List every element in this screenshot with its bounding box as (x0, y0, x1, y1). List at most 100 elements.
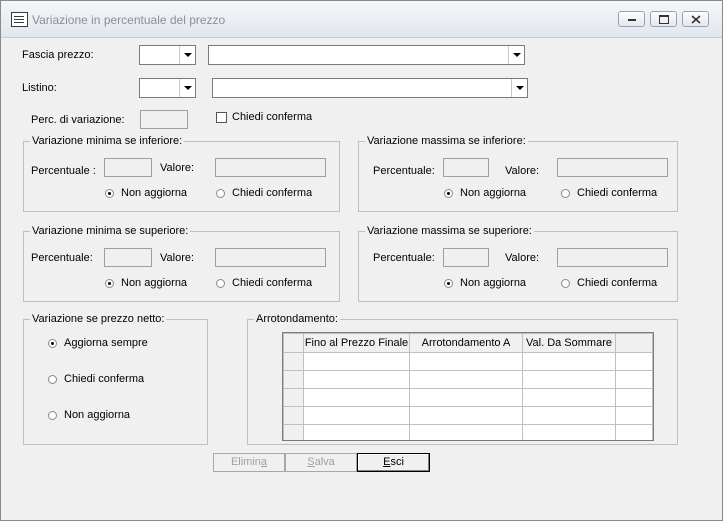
max-superiore-valore-label: Valore: (505, 252, 540, 264)
close-button[interactable] (682, 11, 709, 27)
table-cell-filler (615, 424, 653, 440)
min-inferiore-valore-input[interactable] (215, 158, 326, 177)
chevron-down-icon[interactable] (179, 79, 195, 97)
window: Variazione in percentuale del prezzo Fas… (0, 0, 723, 521)
prezzo-netto-group: Variazione se prezzo netto: Aggiorna sem… (23, 313, 208, 445)
restore-button[interactable] (650, 11, 677, 27)
aggiorna-sempre-radio[interactable] (48, 339, 57, 348)
table-row (283, 370, 653, 389)
elimina-label-pre: Elimin (230, 456, 261, 468)
max-superiore-chiedi-conferma-radio[interactable] (561, 279, 570, 288)
row-selector[interactable] (283, 388, 304, 407)
arrotondamento-table: Fino al Prezzo Finale Arrotondamento A V… (283, 333, 653, 440)
min-superiore-percentuale-input[interactable] (104, 248, 152, 267)
table-cell[interactable] (409, 406, 523, 425)
perc-variazione-input[interactable] (140, 110, 188, 129)
listino-description-combo[interactable] (212, 78, 528, 98)
row-selector[interactable] (283, 424, 304, 440)
salva-label-post: alva (314, 456, 335, 468)
table-cell[interactable] (303, 388, 410, 407)
table-cell-filler (615, 352, 653, 371)
fascia-prezzo-description-combo[interactable] (208, 45, 525, 65)
window-title: Variazione in percentuale del prezzo (32, 13, 226, 27)
column-header-arrotondamento-a[interactable]: Arrotondamento A (409, 333, 523, 353)
table-cell[interactable] (522, 352, 616, 371)
table-cell[interactable] (303, 352, 410, 371)
max-inferiore-non-aggiorna-label: Non aggiorna (460, 187, 527, 199)
min-superiore-valore-label: Valore: (160, 252, 195, 264)
row-selector[interactable] (283, 370, 304, 389)
max-superiore-percentuale-label: Percentuale: (373, 252, 435, 264)
min-superiore-valore-input[interactable] (215, 248, 326, 267)
table-cell[interactable] (522, 388, 616, 407)
max-superiore-chiedi-conferma-label: Chiedi conferma (577, 277, 658, 289)
min-inferiore-percentuale-label: Percentuale : (31, 165, 96, 177)
listino-label: Listino: (22, 82, 57, 94)
max-superiore-non-aggiorna-label: Non aggiorna (460, 277, 527, 289)
min-inferiore-title: Variazione minima se inferiore: (30, 135, 185, 147)
table-cell[interactable] (303, 406, 410, 425)
title-bar[interactable]: Variazione in percentuale del prezzo (1, 1, 722, 38)
min-superiore-percentuale-label: Percentuale: (31, 252, 93, 264)
chevron-down-icon[interactable] (511, 79, 527, 97)
table-cell[interactable] (522, 370, 616, 389)
row-selector[interactable] (283, 352, 304, 371)
table-cell[interactable] (522, 406, 616, 425)
min-superiore-title: Variazione minima se superiore: (30, 225, 191, 237)
min-inferiore-percentuale-input[interactable] (104, 158, 152, 177)
table-cell[interactable] (409, 388, 523, 407)
chevron-down-icon[interactable] (508, 46, 524, 64)
table-cell[interactable] (522, 424, 616, 440)
close-icon (691, 15, 701, 24)
min-inferiore-chiedi-conferma-radio[interactable] (216, 189, 225, 198)
minimize-icon (628, 19, 636, 21)
column-header-val-da-sommare[interactable]: Val. Da Sommare (522, 333, 616, 353)
prezzo-netto-title: Variazione se prezzo netto: (30, 313, 167, 325)
min-superiore-non-aggiorna-radio[interactable] (105, 279, 114, 288)
max-inferiore-chiedi-conferma-label: Chiedi conferma (577, 187, 658, 199)
listino-code-combo[interactable] (139, 78, 196, 98)
perc-variazione-label: Perc. di variazione: (31, 114, 125, 126)
fascia-prezzo-code-combo[interactable] (139, 45, 196, 65)
min-superiore-chiedi-conferma-radio[interactable] (216, 279, 225, 288)
table-cell[interactable] (409, 424, 523, 440)
max-inferiore-chiedi-conferma-radio[interactable] (561, 189, 570, 198)
form-icon (11, 12, 28, 27)
prezzo-netto-non-aggiorna-radio[interactable] (48, 411, 57, 420)
elimina-button[interactable]: Elimina (213, 453, 285, 472)
max-superiore-non-aggiorna-radio[interactable] (444, 279, 453, 288)
max-inferiore-valore-input[interactable] (557, 158, 668, 177)
table-row (283, 388, 653, 407)
max-superiore-percentuale-input[interactable] (443, 248, 489, 267)
max-inferiore-non-aggiorna-radio[interactable] (444, 189, 453, 198)
table-cell[interactable] (409, 352, 523, 371)
row-selector[interactable] (283, 406, 304, 425)
min-superiore-chiedi-conferma-label: Chiedi conferma (232, 277, 313, 289)
table-cell[interactable] (303, 424, 410, 440)
min-inferiore-non-aggiorna-radio[interactable] (105, 189, 114, 198)
min-superiore-group: Variazione minima se superiore: Percentu… (23, 225, 340, 302)
arrotondamento-group: Arrotondamento: Fino al Prezzo Finale Ar… (247, 313, 678, 445)
min-inferiore-group: Variazione minima se inferiore: Percentu… (23, 135, 340, 212)
table-cell-filler (615, 370, 653, 389)
max-inferiore-percentuale-input[interactable] (443, 158, 489, 177)
esci-button[interactable]: Esci (357, 453, 430, 472)
max-inferiore-percentuale-label: Percentuale: (373, 165, 435, 177)
minimize-button[interactable] (618, 11, 645, 27)
min-inferiore-non-aggiorna-label: Non aggiorna (121, 187, 188, 199)
aggiorna-sempre-label: Aggiorna sempre (64, 337, 148, 349)
max-inferiore-group: Variazione massima se inferiore: Percent… (358, 135, 678, 212)
prezzo-netto-chiedi-conferma-radio[interactable] (48, 375, 57, 384)
chevron-down-icon[interactable] (179, 46, 195, 64)
table-cell[interactable] (303, 370, 410, 389)
min-inferiore-chiedi-conferma-label: Chiedi conferma (232, 187, 313, 199)
salva-button[interactable]: Salva (285, 453, 357, 472)
chiedi-conferma-checkbox[interactable] (216, 112, 227, 123)
table-row (283, 406, 653, 425)
table-cell[interactable] (409, 370, 523, 389)
column-header-fino-al-prezzo-finale[interactable]: Fino al Prezzo Finale (303, 333, 410, 353)
max-superiore-valore-input[interactable] (557, 248, 668, 267)
arrotondamento-grid[interactable]: Fino al Prezzo Finale Arrotondamento A V… (282, 332, 654, 441)
restore-icon (659, 15, 669, 24)
table-row (283, 424, 653, 440)
